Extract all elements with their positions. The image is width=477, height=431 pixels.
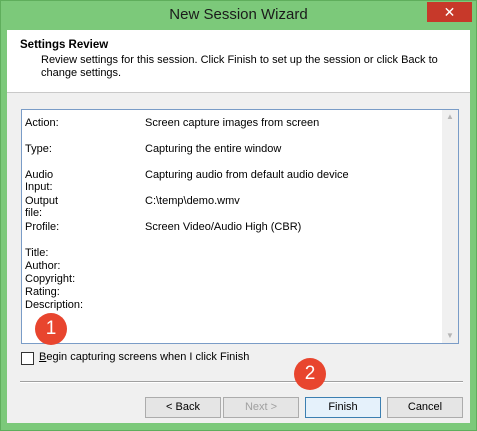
button-separator [20, 381, 463, 383]
label-text: egin capturing screens when I click Fini… [46, 351, 250, 363]
meta-title-label: Title: [25, 247, 49, 259]
wizard-header: Settings Review Review settings for this… [7, 30, 470, 93]
page-title: Settings Review [20, 39, 109, 51]
row-value: C:\temp\demo.wmv [145, 195, 240, 207]
row-value: Capturing audio from default audio devic… [145, 169, 349, 181]
begin-capturing-label[interactable]: Begin capturing screens when I click Fin… [39, 351, 249, 363]
meta-rating-label: Rating: [25, 286, 60, 298]
meta-description-label: Description: [25, 299, 84, 311]
close-icon: ✕ [443, 4, 456, 20]
next-button[interactable]: Next > [223, 397, 299, 418]
window-title: New Session Wizard [169, 6, 308, 23]
scroll-up-icon[interactable]: ▲ [442, 110, 458, 124]
row-value: Screen capture images from screen [145, 117, 320, 129]
wizard-body: Settings Review Review settings for this… [7, 30, 470, 423]
vertical-scrollbar[interactable]: ▲ ▼ [442, 110, 458, 343]
row-value: Screen Video/Audio High (CBR) [145, 221, 302, 233]
meta-author-label: Author: [25, 260, 61, 272]
row-value: Capturing the entire window [145, 143, 282, 155]
wizard-window: New Session Wizard ✕ Settings Review Rev… [0, 0, 477, 431]
scroll-down-icon[interactable]: ▼ [442, 329, 458, 343]
row-label: Action: [25, 117, 59, 129]
meta-copyright-label: Copyright: [25, 273, 76, 285]
step-badge-two: 2 [294, 358, 326, 390]
row-label: Output file: [25, 195, 59, 219]
row-label: Profile: [25, 221, 60, 233]
title-bar[interactable]: New Session Wizard ✕ [1, 1, 476, 29]
metadata-labels: Title: Author: Copyright: Rating: Descri… [25, 247, 83, 312]
settings-review-list[interactable]: Action: Screen capture images from scree… [21, 109, 459, 344]
begin-capturing-checkbox[interactable] [21, 352, 34, 365]
step-badge-one: 1 [35, 313, 67, 345]
page-description: Review settings for this session. Click … [41, 54, 438, 79]
close-button[interactable]: ✕ [427, 2, 472, 22]
row-label: Type: [25, 143, 52, 155]
back-button[interactable]: < Back [145, 397, 221, 418]
row-label: Audio Input: [25, 169, 54, 193]
cancel-button[interactable]: Cancel [387, 397, 463, 418]
finish-button[interactable]: Finish [305, 397, 381, 418]
